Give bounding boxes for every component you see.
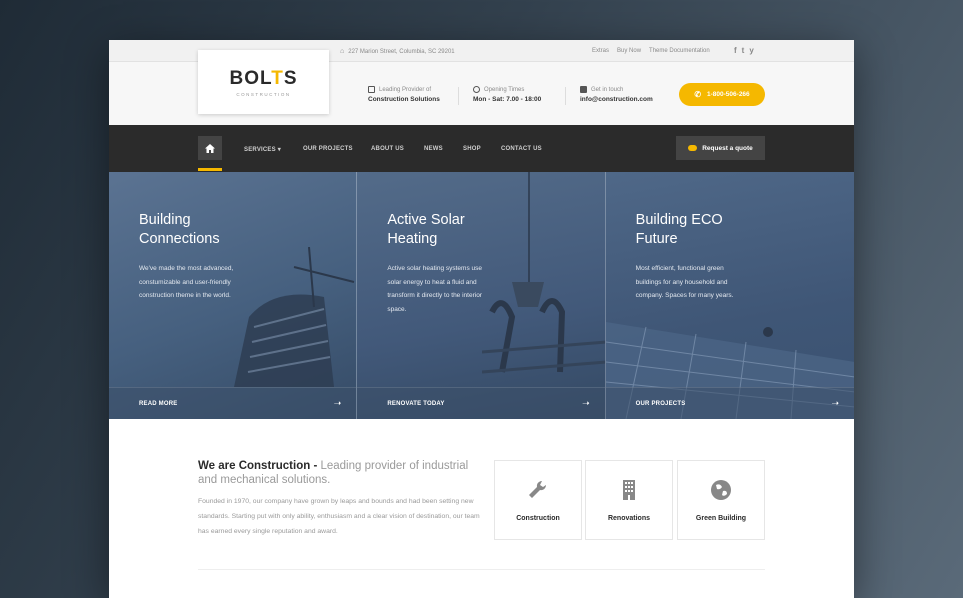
nav-item-news[interactable]: NEWS bbox=[424, 146, 443, 152]
header-info-provider: Leading Provider of Construction Solutio… bbox=[368, 86, 440, 103]
address-text: 227 Marion Street, Columbia, SC 29201 bbox=[348, 48, 455, 55]
wrench-icon bbox=[527, 479, 549, 501]
hero-panel-building-eco-future[interactable]: Building ECO Future Most efficient, func… bbox=[605, 172, 854, 419]
youtube-icon[interactable]: y bbox=[749, 46, 753, 55]
service-label: Construction bbox=[516, 515, 560, 522]
about-text: Founded in 1970, our company have grown … bbox=[198, 498, 480, 535]
social-links: f t y bbox=[734, 46, 754, 55]
link-buy-now[interactable]: Buy Now bbox=[617, 48, 641, 54]
service-card-renovations[interactable]: Renovations bbox=[585, 460, 673, 540]
header-info-contact: Get in touch info@construction.com bbox=[580, 86, 653, 103]
request-quote-button[interactable]: Request a quote bbox=[676, 136, 765, 160]
hero-text: Most efficient, functional green buildin… bbox=[635, 265, 734, 299]
header-info-hours: Opening Times Mon - Sat: 7.00 - 18:00 bbox=[473, 86, 542, 103]
service-card-construction[interactable]: Construction bbox=[494, 460, 582, 540]
nav-item-our-projects[interactable]: OUR PROJECTS bbox=[303, 146, 353, 152]
arrow-right-icon: ➝ bbox=[333, 398, 342, 408]
phone-button[interactable]: ✆ 1-800-506-266 bbox=[679, 83, 765, 106]
hero-panel-building-connections[interactable]: Building Connections We've made the most… bbox=[109, 172, 358, 419]
renovate-today-link[interactable]: RENOVATE TODAY bbox=[387, 401, 444, 407]
service-label: Green Building bbox=[695, 515, 747, 522]
hero-footer[interactable]: OUR PROJECTS ➝ bbox=[605, 387, 854, 419]
envelope-icon bbox=[580, 86, 587, 93]
about-heading: We are Construction - Leading provider o… bbox=[198, 460, 469, 486]
facebook-icon[interactable]: f bbox=[734, 46, 737, 55]
nav-item-services[interactable]: SERVICES ▾ bbox=[244, 146, 281, 153]
logo-subtitle: CONSTRUCTION bbox=[236, 91, 291, 97]
hero-title: Active Solar Heating bbox=[387, 212, 465, 247]
nav-item-about-us[interactable]: ABOUT US bbox=[371, 146, 404, 152]
top-links: Extras Buy Now Theme Documentation bbox=[592, 48, 710, 54]
hero-text: We've made the most advanced, constumiza… bbox=[139, 265, 234, 299]
hero-text: Active solar heating systems use solar e… bbox=[387, 265, 482, 313]
read-more-link[interactable]: READ MORE bbox=[139, 401, 177, 407]
twitter-icon[interactable]: t bbox=[742, 46, 745, 55]
service-label: Renovations bbox=[607, 515, 650, 522]
our-projects-link[interactable]: OUR PROJECTS bbox=[636, 401, 686, 407]
hero-footer[interactable]: RENOVATE TODAY ➝ bbox=[357, 387, 605, 419]
about-section: We are Construction - Leading provider o… bbox=[198, 459, 488, 539]
link-theme-documentation[interactable]: Theme Documentation bbox=[649, 48, 710, 54]
address: ⌂ 227 Marion Street, Columbia, SC 29201 bbox=[340, 48, 455, 55]
home-button[interactable] bbox=[198, 136, 222, 160]
nav-item-shop[interactable]: SHOP bbox=[463, 146, 481, 152]
divider bbox=[565, 87, 566, 105]
home-icon bbox=[205, 143, 215, 153]
hero-footer[interactable]: READ MORE ➝ bbox=[109, 387, 357, 419]
divider bbox=[458, 87, 459, 105]
phone-icon: ✆ bbox=[694, 90, 702, 99]
nav-item-contact-us[interactable]: CONTACT US bbox=[501, 146, 542, 152]
chat-icon bbox=[688, 145, 698, 151]
site-header: BOLTS CONSTRUCTION Leading Provider of C… bbox=[109, 50, 854, 125]
globe-icon bbox=[710, 479, 732, 501]
hero-panels: Building Connections We've made the most… bbox=[109, 172, 854, 419]
home-small-icon: ⌂ bbox=[340, 48, 345, 55]
active-indicator bbox=[198, 168, 222, 171]
hero-panel-active-solar-heating[interactable]: Active Solar Heating Active solar heatin… bbox=[357, 172, 606, 419]
link-extras[interactable]: Extras bbox=[592, 48, 609, 54]
arrow-right-icon: ➝ bbox=[831, 398, 839, 408]
hero-title: Building ECO Future bbox=[635, 212, 723, 247]
browser-page: ⌂ 227 Marion Street, Columbia, SC 29201 … bbox=[109, 40, 854, 598]
main-nav: SERVICES ▾ OUR PROJECTS ABOUT US NEWS SH… bbox=[109, 125, 854, 172]
arrow-right-icon: ➝ bbox=[582, 398, 590, 408]
clock-icon bbox=[473, 86, 480, 93]
hero-title: Building Connections bbox=[139, 212, 220, 247]
building-icon bbox=[618, 479, 640, 501]
workers-image bbox=[482, 172, 605, 374]
logo-text: BOLTS bbox=[229, 67, 298, 89]
service-card-green-building[interactable]: Green Building bbox=[677, 460, 765, 540]
logo[interactable]: BOLTS CONSTRUCTION bbox=[198, 50, 329, 114]
checkbox-icon bbox=[368, 86, 375, 93]
divider bbox=[198, 569, 765, 570]
